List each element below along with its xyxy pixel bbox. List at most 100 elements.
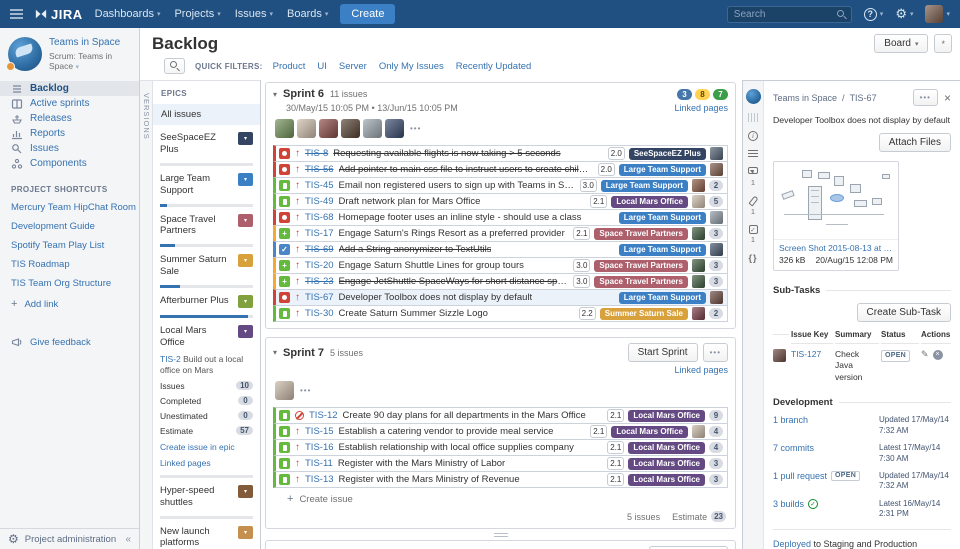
- admin-menu[interactable]: ⚙ ▾: [895, 6, 913, 22]
- navbar-menu-dashboards[interactable]: Dashboards ▾: [95, 8, 161, 20]
- comments-tab[interactable]: 1: [748, 167, 758, 187]
- project-administration-button[interactable]: ⚙ Project administration «: [0, 528, 139, 549]
- quick-filter-product[interactable]: Product: [273, 61, 306, 72]
- issue-key-link[interactable]: TIS-56: [305, 164, 334, 175]
- development-link-7-commits[interactable]: 7 commits: [773, 443, 814, 453]
- development-link-3-builds[interactable]: 3 builds: [773, 499, 804, 509]
- sidebar-item-reports[interactable]: Reports: [0, 126, 139, 141]
- board-dropdown-button[interactable]: Board ▾: [874, 34, 929, 53]
- dev-panel-tab[interactable]: {}: [748, 253, 757, 263]
- quick-filter-server[interactable]: Server: [339, 61, 367, 72]
- project-shortcut-spotify-team-play-list[interactable]: Spotify Team Play List: [0, 236, 139, 255]
- epic-action-create-issue-in-epic[interactable]: Create issue in epic: [160, 442, 253, 452]
- backlog-search-button[interactable]: [164, 58, 185, 74]
- start-sprint-button[interactable]: Start Sprint: [627, 343, 698, 362]
- issue-key-link[interactable]: TIS-17: [305, 228, 334, 239]
- issue-key-link[interactable]: TIS-49: [305, 196, 334, 207]
- epic-item[interactable]: Local Mars Office ▾ TIS-2 Build out a loca…: [153, 318, 260, 478]
- more-avatars-button[interactable]: •••: [300, 386, 311, 395]
- subtasks-tab[interactable]: ✓ 1: [748, 225, 758, 244]
- edit-icon[interactable]: ✎: [921, 349, 929, 360]
- issue-row[interactable]: ↑ TIS-45 Email non registered users to sig…: [273, 177, 728, 194]
- linked-pages-link[interactable]: Linked pages: [674, 365, 728, 375]
- epic-color-dropdown[interactable]: ▾: [238, 254, 253, 268]
- subtask-key-link[interactable]: TIS-127: [791, 344, 833, 360]
- quick-filter-ui[interactable]: UI: [317, 61, 327, 72]
- all-issues-filter[interactable]: All issues: [153, 104, 260, 125]
- epic-color-dropdown[interactable]: ▾: [238, 132, 253, 145]
- issue-row[interactable]: ↑ TIS-13 Register with the Mars Ministry o…: [273, 471, 728, 488]
- navbar-menu-boards[interactable]: Boards ▾: [287, 8, 328, 20]
- issue-key-link[interactable]: TIS-23: [305, 276, 334, 287]
- issue-row[interactable]: + ↑ TIS-17 Engage Saturn's Rings Resort as …: [273, 225, 728, 242]
- issue-row[interactable]: ↑ TIS-68 Homepage footer uses an inline st…: [273, 209, 728, 226]
- issue-key-link[interactable]: TIS-11: [305, 458, 333, 469]
- sprint-more-button[interactable]: •••: [702, 343, 728, 362]
- issue-row[interactable]: ↑ TIS-30 Create Saturn Summer Sizzle Logo 2…: [273, 305, 728, 322]
- quick-filter-recently-updated[interactable]: Recently Updated: [456, 61, 532, 72]
- project-shortcut-mercury-team-hipchat-room[interactable]: Mercury Team HipChat Room: [0, 198, 139, 217]
- collapse-sprint-icon[interactable]: ▾: [273, 90, 277, 99]
- epic-item[interactable]: Large Team Support ▾: [153, 166, 260, 207]
- attach-files-button[interactable]: Attach Files: [878, 133, 951, 152]
- epic-color-dropdown[interactable]: ▾: [238, 172, 253, 186]
- epic-color-dropdown[interactable]: ▾: [238, 484, 253, 498]
- issue-row[interactable]: ↑ TIS-56 Add pointer to main css file to i…: [273, 161, 728, 178]
- description-tab[interactable]: [748, 150, 758, 158]
- project-avatar[interactable]: [745, 89, 761, 104]
- navbar-menu-issues[interactable]: Issues ▾: [235, 8, 273, 20]
- epic-item[interactable]: New launch platforms ▾: [153, 519, 260, 549]
- issue-row[interactable]: ↑ TIS-11 Register with the Mars Ministry o…: [273, 455, 728, 472]
- versions-panel-tab[interactable]: VERSIONS: [140, 80, 153, 549]
- navbar-menu-projects[interactable]: Projects ▾: [174, 8, 220, 20]
- sidebar-item-components[interactable]: Components: [0, 156, 139, 171]
- issue-row[interactable]: ↑ TIS-67 Developer Toolbox does not displa…: [273, 289, 728, 306]
- sidebar-item-releases[interactable]: Releases: [0, 111, 139, 126]
- epic-color-dropdown[interactable]: ▾: [238, 525, 253, 539]
- jira-logo[interactable]: JIRA: [35, 7, 83, 22]
- linked-pages-link[interactable]: Linked pages: [674, 103, 728, 113]
- give-feedback-button[interactable]: Give feedback: [0, 310, 139, 348]
- search-input[interactable]: [726, 5, 852, 23]
- collapse-sidebar-icon[interactable]: «: [125, 534, 131, 545]
- epic-item[interactable]: Space Travel Partners ▾: [153, 207, 260, 248]
- issue-key-link[interactable]: TIS-13: [305, 474, 334, 485]
- attachment-filename-link[interactable]: Screen Shot 2015-08-13 at 4.1: [779, 243, 893, 253]
- project-shortcut-tis-team-org-structure[interactable]: TIS Team Org Structure: [0, 274, 139, 293]
- breadcrumb-issue-link[interactable]: TIS-67: [850, 93, 877, 103]
- panel-drag-handle[interactable]: [747, 113, 759, 122]
- issue-row[interactable]: ↑ TIS-49 Draft network plan for Mars Offic…: [273, 193, 728, 210]
- issue-key-link[interactable]: TIS-12: [309, 410, 338, 421]
- issue-key-link[interactable]: TIS-69: [305, 244, 334, 255]
- issue-key-link[interactable]: TIS-68: [305, 212, 334, 223]
- issue-row[interactable]: ↑ TIS-8 Requesting available flights is no…: [273, 145, 728, 162]
- delete-icon[interactable]: ×: [932, 349, 943, 360]
- board-selector[interactable]: Scrum: Teams in Space ▾: [49, 51, 131, 71]
- project-shortcut-development-guide[interactable]: Development Guide: [0, 217, 139, 236]
- create-issue-button[interactable]: + Create issue: [273, 488, 728, 507]
- epic-item[interactable]: Hyper-speed shuttles ▾: [153, 478, 260, 519]
- avatar[interactable]: [385, 119, 404, 138]
- avatar[interactable]: [363, 119, 382, 138]
- avatar[interactable]: [297, 119, 316, 138]
- issue-key-link[interactable]: TIS-67: [305, 292, 334, 303]
- resize-handle[interactable]: [493, 533, 508, 537]
- issue-key-link[interactable]: TIS-16: [305, 442, 334, 453]
- avatar[interactable]: [275, 381, 294, 400]
- issue-row[interactable]: ✓ ↑ TIS-69 Add a String anonymizer to TextU…: [273, 241, 728, 258]
- epic-item[interactable]: SeeSpaceEZ Plus ▾: [153, 125, 260, 166]
- attachments-tab[interactable]: 1: [747, 195, 759, 216]
- more-avatars-button[interactable]: •••: [410, 124, 421, 133]
- attachment-thumbnail[interactable]: [774, 162, 898, 240]
- epic-color-dropdown[interactable]: ▾: [238, 213, 253, 227]
- add-link-button[interactable]: + Add link: [0, 293, 139, 310]
- details-tab[interactable]: i: [748, 131, 758, 141]
- issue-row[interactable]: + ↑ TIS-23 Engage JetShuttle SpaceWays for …: [273, 273, 728, 290]
- epic-item[interactable]: Afterburner Plus ▾: [153, 288, 260, 318]
- create-button[interactable]: Create: [340, 4, 396, 24]
- development-link-1-pull-request[interactable]: 1 pull request: [773, 471, 827, 481]
- issue-row[interactable]: ↑ TIS-15 Establish a catering vendor to pr…: [273, 423, 728, 440]
- issue-row[interactable]: + ↑ TIS-20 Engage Saturn Shuttle Lines for …: [273, 257, 728, 274]
- breadcrumb-project[interactable]: Teams in Space: [773, 93, 837, 103]
- epic-color-dropdown[interactable]: ▾: [238, 295, 253, 308]
